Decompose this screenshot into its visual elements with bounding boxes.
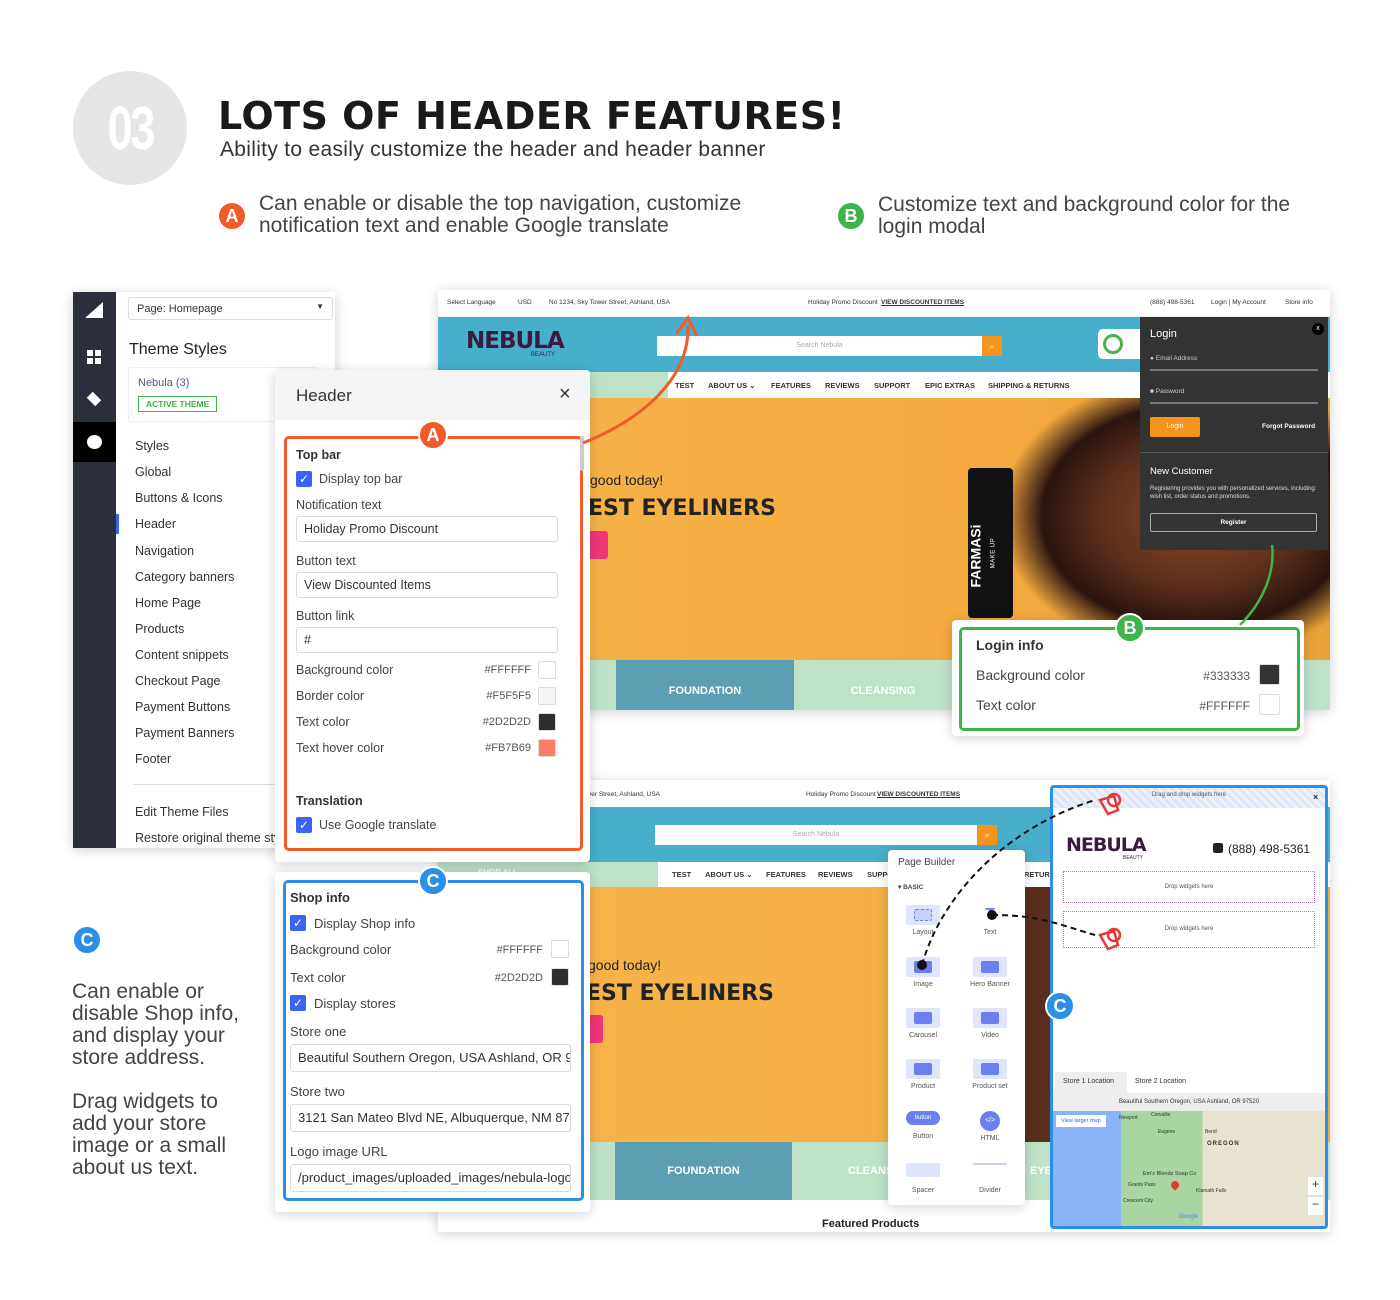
arrow-a — [582, 324, 690, 445]
dashed-line-2 — [991, 914, 1096, 936]
drag-dot-text — [987, 910, 997, 920]
drag-dot-image — [917, 960, 927, 970]
arrow-b — [1239, 544, 1274, 626]
connector-arrows — [582, 315, 1274, 970]
hand-cursor-icon — [1098, 792, 1122, 951]
dashed-line-1 — [921, 799, 1096, 966]
